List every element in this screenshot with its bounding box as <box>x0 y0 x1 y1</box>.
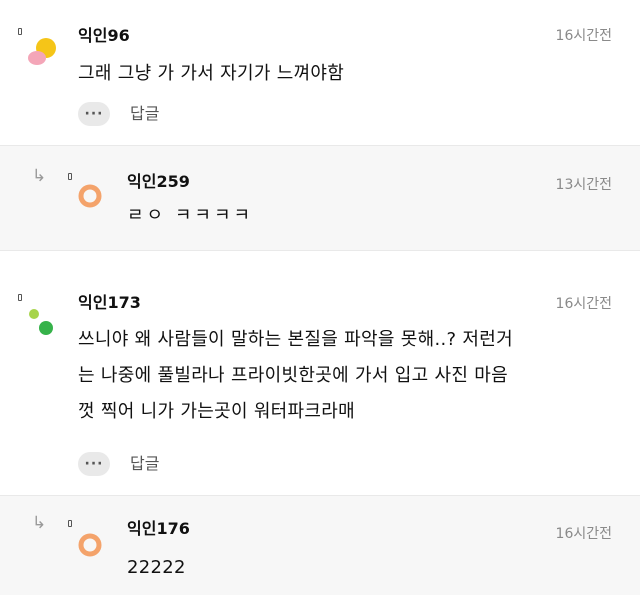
comment-marker-icon <box>68 520 72 527</box>
avatar <box>26 36 58 68</box>
divider <box>0 250 640 251</box>
yellow-pink-avatar-icon <box>28 38 56 65</box>
comment-text: ㄹㅇ ㅋㅋㅋㅋ <box>127 205 254 226</box>
nickname[interactable]: 익인259 <box>127 172 190 192</box>
reply-arrow-icon: ↳ <box>32 513 47 533</box>
orange-ring-avatar-icon <box>78 533 102 557</box>
comment-text-line: 는 나중에 풀빌라나 프라이빗한곳에 가서 입고 사진 마음 <box>78 365 508 386</box>
reply-button[interactable]: 답글 <box>130 104 159 124</box>
nickname[interactable]: 익인176 <box>127 519 190 539</box>
comment-text-line: 껏 찍어 니가 가는곳이 워터파크라매 <box>78 401 355 422</box>
avatar <box>78 533 102 557</box>
more-options-button[interactable]: ··· <box>78 102 110 126</box>
comment-marker-icon <box>18 294 22 301</box>
comment-text-line: 쓰니야 왜 사람들이 말하는 본질을 파악을 못해..? 저런거 <box>78 329 513 350</box>
avatar <box>26 304 56 338</box>
timestamp: 16시간전 <box>555 28 612 44</box>
more-options-button[interactable]: ··· <box>78 452 110 476</box>
orange-ring-avatar-icon <box>78 184 102 208</box>
avatar <box>78 184 102 208</box>
ellipsis-icon: ··· <box>84 456 104 472</box>
timestamp: 16시간전 <box>555 296 612 312</box>
green-dots-avatar-icon <box>29 309 53 335</box>
timestamp: 13시간전 <box>555 177 612 193</box>
reply-arrow-icon: ↳ <box>32 166 47 186</box>
comment-text: 22222 <box>127 557 186 578</box>
timestamp: 16시간전 <box>555 526 612 542</box>
ellipsis-icon: ··· <box>84 106 104 122</box>
nickname[interactable]: 익인173 <box>78 293 141 313</box>
comment-marker-icon <box>18 28 22 35</box>
reply-button[interactable]: 답글 <box>130 454 159 474</box>
nickname[interactable]: 익인96 <box>78 26 130 46</box>
comment-marker-icon <box>68 173 72 180</box>
comment-text: 그래 그냥 가 가서 자기가 느껴야함 <box>78 63 345 84</box>
